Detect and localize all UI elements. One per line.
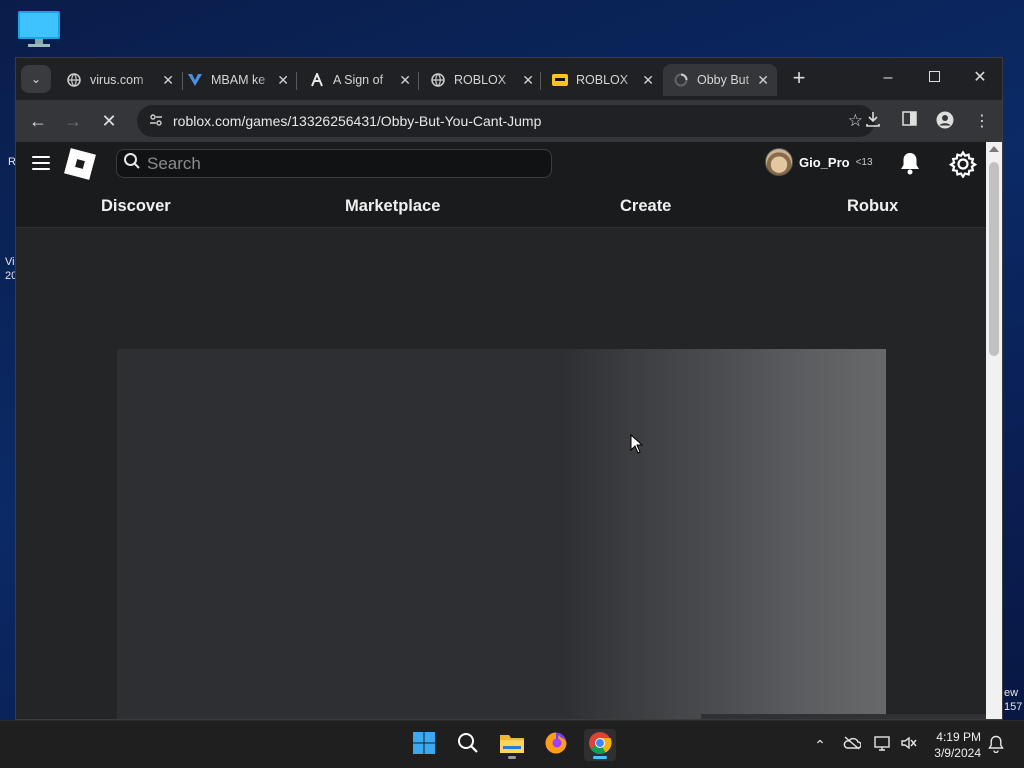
desktop-text-fragment: ew xyxy=(1004,687,1019,699)
imdb-icon xyxy=(552,72,568,88)
globe-icon xyxy=(66,72,82,88)
search-icon xyxy=(457,732,479,759)
folder-icon xyxy=(499,732,525,759)
browser-toolbar: ← → ✕ roblox.com/games/13326256431/Obby-… xyxy=(16,100,1002,142)
download-icon[interactable] xyxy=(862,111,884,133)
search-icon xyxy=(117,152,147,175)
close-window-button[interactable]: ✕ xyxy=(965,66,995,90)
tab-mbam[interactable]: MBAM ke ✕ xyxy=(177,64,297,96)
url-text: roblox.com/games/13326256431/Obby-But-Yo… xyxy=(173,113,542,129)
firefox-button[interactable] xyxy=(540,729,572,761)
nav-marketplace[interactable]: Marketplace xyxy=(345,197,440,216)
roblox-page: Search Gio_Pro <13 Discover Marketplace … xyxy=(16,142,986,719)
tab-title: virus.com xyxy=(90,73,144,87)
tab-title: ROBLOX xyxy=(454,73,507,87)
avatar[interactable] xyxy=(765,148,793,176)
network-icon[interactable] xyxy=(873,735,893,755)
tab-title: A Sign of xyxy=(333,73,384,87)
desktop-text-fragment: 157 xyxy=(1004,701,1023,713)
nav-create[interactable]: Create xyxy=(620,197,671,216)
nav-discover[interactable]: Discover xyxy=(101,197,171,216)
tab-virus[interactable]: virus.com ✕ xyxy=(56,64,182,96)
gear-icon[interactable] xyxy=(948,150,978,179)
forward-button[interactable]: → xyxy=(60,109,86,133)
page-scrollbar[interactable] xyxy=(986,142,1002,719)
roblox-header: Search Gio_Pro <13 xyxy=(16,142,986,186)
close-icon[interactable]: ✕ xyxy=(277,72,289,89)
close-icon[interactable]: ✕ xyxy=(522,72,534,89)
username-label[interactable]: Gio_Pro xyxy=(799,155,850,170)
tab-title: MBAM ke xyxy=(211,73,266,87)
mouse-cursor-icon xyxy=(630,433,644,454)
tab-roblox-1[interactable]: ROBLOX ✕ xyxy=(420,64,542,96)
age-badge: <13 xyxy=(855,156,873,168)
active-indicator xyxy=(593,756,607,759)
tab-strip: ⌄ virus.com ✕ MBAM ke ✕ A Sign of ✕ ROBL… xyxy=(16,58,1002,100)
system-clock[interactable]: 4:19 PM 3/9/2024 xyxy=(925,729,981,761)
chevron-down-icon: ⌄ xyxy=(30,72,42,86)
site-info-icon[interactable] xyxy=(141,113,171,129)
chrome-button[interactable] xyxy=(584,729,616,761)
roblox-logo-icon[interactable] xyxy=(64,148,96,180)
loading-icon xyxy=(673,72,689,88)
windows-taskbar: ⌃ 4:19 PM 3/9/2024 xyxy=(0,720,1024,768)
volume-muted-icon[interactable] xyxy=(899,735,919,755)
search-placeholder: Search xyxy=(147,153,201,173)
taskbar-search-button[interactable] xyxy=(452,729,484,761)
side-panel-icon[interactable] xyxy=(898,111,920,133)
running-indicator xyxy=(508,756,516,759)
firefox-icon xyxy=(544,731,568,760)
notifications-bell-icon[interactable] xyxy=(899,151,921,175)
site-logo-icon xyxy=(309,72,325,88)
close-icon[interactable]: ✕ xyxy=(642,72,654,89)
this-pc-desktop-icon[interactable] xyxy=(16,10,62,50)
chevron-up-icon[interactable]: ⌃ xyxy=(810,735,830,755)
scrollbar-thumb[interactable] xyxy=(989,162,999,356)
close-icon[interactable]: ✕ xyxy=(399,72,411,89)
tab-separator xyxy=(418,72,419,90)
menu-kebab-icon[interactable]: ⋮ xyxy=(971,111,993,133)
nav-robux[interactable]: Robux xyxy=(847,197,898,216)
start-button[interactable] xyxy=(408,729,440,761)
clock-time: 4:19 PM xyxy=(936,730,981,744)
malwarebytes-icon xyxy=(187,72,203,88)
tab-a-sign-of[interactable]: A Sign of ✕ xyxy=(299,64,419,96)
minimize-button[interactable]: – xyxy=(873,66,903,90)
chrome-window: ⌄ virus.com ✕ MBAM ke ✕ A Sign of ✕ ROBL… xyxy=(15,57,1003,720)
tab-obby-but[interactable]: Obby But ✕ xyxy=(663,64,777,96)
roblox-nav-bar: Discover Marketplace Create Robux xyxy=(16,186,986,228)
scroll-up-arrow-icon[interactable] xyxy=(989,146,999,152)
onedrive-off-icon[interactable] xyxy=(842,735,862,755)
back-button[interactable]: ← xyxy=(25,109,51,133)
windows-logo-icon xyxy=(412,731,436,760)
notification-bell-icon[interactable] xyxy=(986,735,1006,755)
game-thumbnail-placeholder[interactable] xyxy=(117,349,886,719)
file-explorer-button[interactable] xyxy=(496,729,528,761)
profile-icon[interactable] xyxy=(934,111,956,133)
close-icon[interactable]: ✕ xyxy=(162,72,174,89)
globe-icon xyxy=(430,72,446,88)
clock-date: 3/9/2024 xyxy=(934,746,981,760)
close-icon[interactable]: ✕ xyxy=(757,72,769,89)
desktop-text-fragment: Vi xyxy=(5,256,15,268)
stop-loading-button[interactable]: ✕ xyxy=(96,109,122,133)
hamburger-menu-icon[interactable] xyxy=(32,156,50,170)
user-profile-link[interactable]: Gio_Pro <13 xyxy=(765,148,873,176)
address-bar[interactable]: roblox.com/games/13326256431/Obby-But-Yo… xyxy=(137,105,875,137)
tab-title: ROBLOX xyxy=(576,73,629,87)
new-tab-button[interactable]: + xyxy=(786,66,812,92)
tab-title: Obby But xyxy=(697,73,750,87)
tab-roblox-2[interactable]: ROBLOX ✕ xyxy=(542,64,662,96)
tab-search-button[interactable]: ⌄ xyxy=(21,65,51,93)
tab-separator xyxy=(540,72,541,90)
search-input[interactable]: Search xyxy=(116,149,552,178)
tab-separator xyxy=(296,72,297,90)
bookmark-star-icon[interactable]: ☆ xyxy=(848,111,863,131)
maximize-button[interactable] xyxy=(919,66,949,90)
